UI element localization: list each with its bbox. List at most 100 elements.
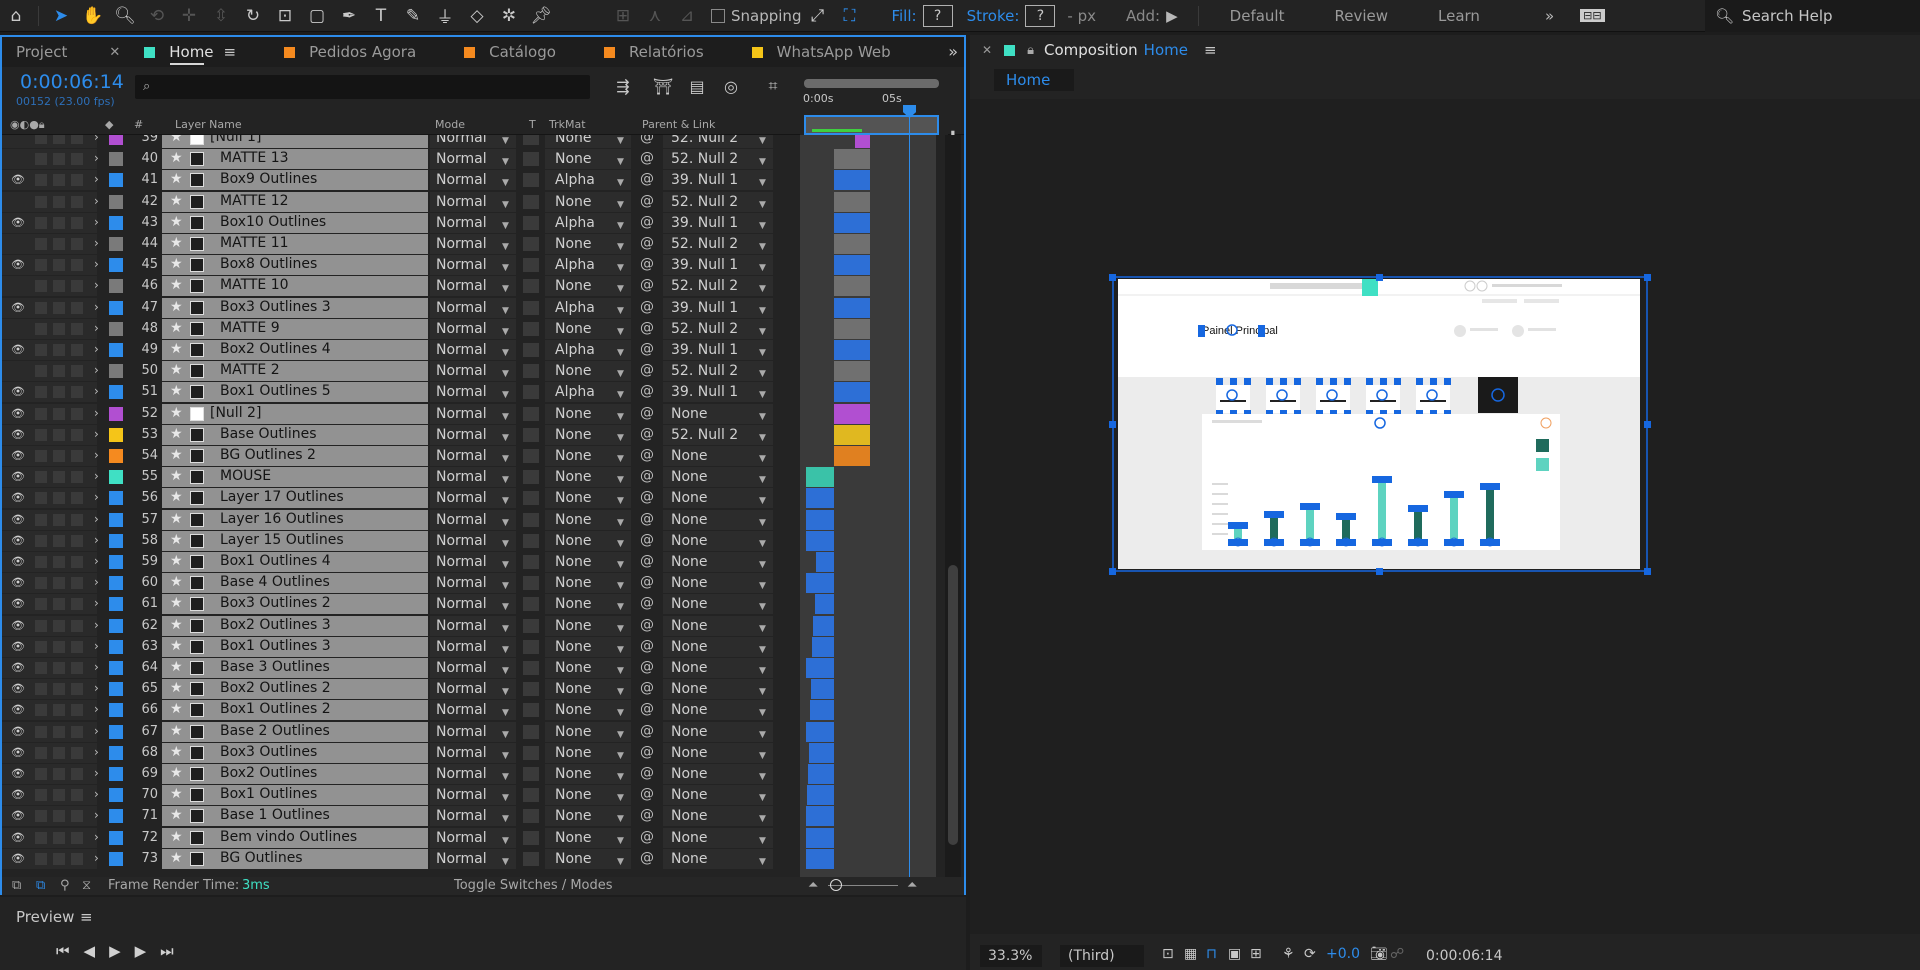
fill-label[interactable]: Fill: [891,7,916,25]
solo-toggle[interactable] [53,726,65,738]
stroke-width[interactable]: - px [1067,7,1096,25]
solo-toggle[interactable] [53,810,65,822]
parent-dropdown[interactable]: 39. Null 1 ▼ [663,340,773,360]
audio-toggle[interactable] [35,577,47,589]
blend-mode-dropdown[interactable]: Normal ▼ [430,594,516,614]
visibility-eye-icon[interactable]: 👁︎ [11,725,25,738]
layer-row[interactable]: 👁︎ › 45 ★ Box8 Outlines Normal ▼ Alpha ▼ @… [2,255,802,276]
preserve-transparency-toggle[interactable] [523,428,539,442]
layer-row[interactable]: 👁︎ › 70 ★ Box1 Outlines Normal ▼ None ▼ @ … [2,785,802,806]
solo-toggle[interactable] [53,747,65,759]
parent-dropdown[interactable]: None ▼ [663,573,773,593]
parent-dropdown[interactable]: 52. Null 2 ▼ [663,234,773,254]
label-color-swatch[interactable] [109,576,123,590]
blend-mode-dropdown[interactable]: Normal ▼ [430,382,516,402]
layer-row[interactable]: 👁︎ › 68 ★ Box3 Outlines Normal ▼ None ▼ @ … [2,743,802,764]
layer-duration-bar[interactable] [806,531,834,551]
track-matte-dropdown[interactable]: None ▼ [545,425,631,445]
audio-toggle[interactable] [35,492,47,504]
lock-toggle[interactable] [71,135,83,144]
preserve-transparency-toggle[interactable] [523,640,539,654]
preserve-transparency-toggle[interactable] [523,173,539,187]
lock-toggle[interactable] [71,662,83,674]
lock-icon[interactable]: 🔒︎ [1027,43,1034,58]
layer-row[interactable]: 👁︎ › 67 ★ Base 2 Outlines Normal ▼ None ▼ … [2,722,802,743]
solo-toggle[interactable] [53,598,65,610]
audio-toggle[interactable] [35,217,47,229]
layer-name[interactable]: Box1 Outlines 5 [220,383,331,399]
label-color-swatch[interactable] [109,364,123,378]
blend-mode-dropdown[interactable]: Normal ▼ [430,828,516,848]
in-out-icon[interactable]: ⚲ [60,878,70,893]
solo-toggle[interactable] [53,662,65,674]
track-matte-dropdown[interactable]: None ▼ [545,700,631,720]
lock-toggle[interactable] [71,832,83,844]
preserve-transparency-toggle[interactable] [523,152,539,166]
scrollbar-thumb[interactable] [948,565,958,845]
solo-toggle[interactable] [53,832,65,844]
lock-toggle[interactable] [71,280,83,292]
audio-toggle[interactable] [35,768,47,780]
layer-name[interactable]: Base 3 Outlines [220,659,330,675]
layer-row[interactable]: 👁︎ › 41 ★ Box9 Outlines Normal ▼ Alpha ▼ @… [2,170,802,191]
audio-toggle[interactable] [35,620,47,632]
track-matte-dropdown[interactable]: Alpha ▼ [545,213,631,233]
preserve-transparency-toggle[interactable] [523,576,539,590]
visibility-eye-icon[interactable]: 👁︎ [11,470,25,483]
pick-whip-icon[interactable]: @ [640,765,654,781]
audio-toggle[interactable] [35,810,47,822]
tab-home[interactable]: Home ≡ [130,37,250,67]
layer-name[interactable]: MATTE 11 [220,235,289,251]
solo-toggle[interactable] [53,344,65,356]
viewer-timecode[interactable]: 0:00:06:14 [1418,945,1503,967]
roto-brush-tool-icon[interactable]: ✲ [495,2,523,30]
visibility-eye-icon[interactable]: 👁︎ [11,831,25,844]
visibility-eye-icon[interactable]: 👁︎ [11,216,25,229]
lock-toggle[interactable] [71,344,83,356]
track-matte-dropdown[interactable]: None ▼ [545,192,631,212]
visibility-eye-icon[interactable]: 👁︎ [11,682,25,695]
zoom-slider-handle[interactable] [830,879,842,891]
solo-toggle[interactable] [53,408,65,420]
layer-duration-bar[interactable] [834,298,870,318]
preserve-transparency-toggle[interactable] [523,619,539,633]
lock-toggle[interactable] [71,471,83,483]
visibility-eye-icon[interactable]: 👁︎ [11,619,25,632]
search-help-field[interactable]: 🔍︎ Search Help [1705,0,1920,32]
label-color-swatch[interactable] [109,597,123,611]
solo-toggle[interactable] [53,259,65,271]
layer-duration-bar[interactable] [812,637,834,657]
layer-duration-bar[interactable] [834,213,870,233]
parent-dropdown[interactable]: 52. Null 2 ▼ [663,319,773,339]
visibility-eye-icon[interactable]: 👁︎ [11,449,25,462]
pick-whip-icon[interactable]: @ [640,426,654,442]
track-matte-dropdown[interactable]: None ▼ [545,573,631,593]
chevron-right-icon[interactable]: › [94,808,99,822]
pick-whip-icon[interactable]: @ [640,829,654,845]
lock-toggle[interactable] [71,174,83,186]
pick-whip-icon[interactable]: @ [640,850,654,866]
motion-blur-icon[interactable]: ◎ [720,75,742,97]
workspace-default[interactable]: Default [1230,7,1285,25]
layer-row[interactable]: 👁︎ › 52 ★ [Null 2] Normal ▼ None ▼ @ None ▼ [2,404,802,425]
orbit-camera-icon[interactable]: ⟲ [143,2,171,30]
parent-dropdown[interactable]: None ▼ [663,743,773,763]
solo-toggle[interactable] [53,323,65,335]
guides-icon[interactable]: ⊞ [1250,946,1262,962]
chevron-right-icon[interactable]: › [94,702,99,716]
layer-name[interactable]: BG Outlines 2 [220,447,316,463]
local-axis-icon[interactable]: ⊞ [609,2,637,30]
preserve-transparency-toggle[interactable] [523,852,539,866]
pick-whip-icon[interactable]: @ [640,723,654,739]
exposure-value[interactable]: +0.0 [1326,946,1360,962]
layer-duration-bar[interactable] [806,722,834,742]
layer-duration-bar[interactable] [806,658,834,678]
layer-row[interactable]: 👁︎ › 59 ★ Box1 Outlines 4 Normal ▼ None ▼ … [2,552,802,573]
preserve-transparency-toggle[interactable] [523,216,539,230]
tab-pedidos-agora[interactable]: Pedidos Agora [270,37,430,67]
solo-toggle[interactable] [53,238,65,250]
solo-toggle[interactable] [53,641,65,653]
preserve-transparency-toggle[interactable] [523,555,539,569]
lock-toggle[interactable] [71,810,83,822]
solo-toggle[interactable] [53,768,65,780]
